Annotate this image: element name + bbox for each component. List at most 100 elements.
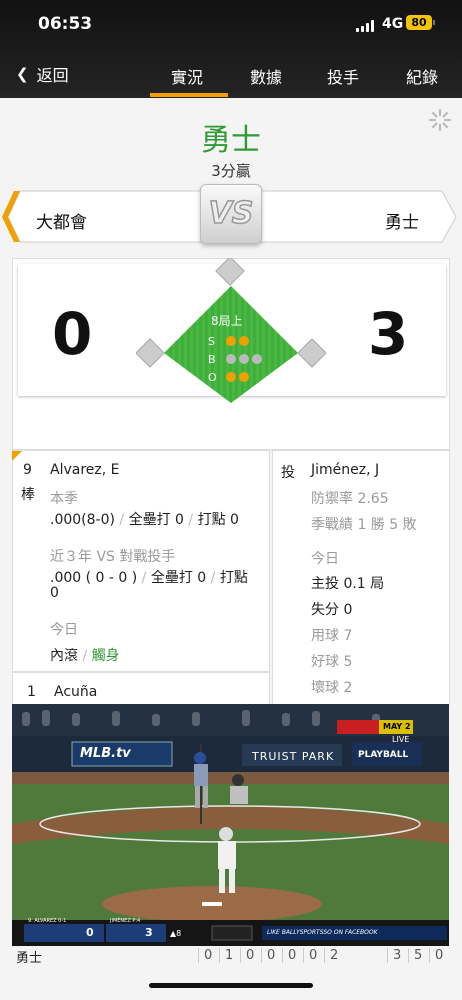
pitcher-era: 防禦率 2.65: [311, 488, 389, 508]
winner-team: 勇士: [201, 123, 261, 158]
vs-rbi-label: 打點: [219, 570, 248, 586]
batter-order: 9: [23, 462, 32, 478]
season-hr: 0: [175, 512, 184, 528]
linescore-cell: 0: [261, 948, 275, 963]
vs-pitcher-label: 近３年 VS 對戰投手: [50, 549, 176, 565]
pitcher-pitches: 用球 7: [311, 625, 352, 645]
scorebug-home-label: JIMÉNEZ P:4: [110, 918, 141, 924]
ball-label: B: [208, 353, 216, 366]
next-batter-row[interactable]: [12, 672, 270, 705]
active-tab-indicator: [150, 93, 228, 97]
strike-dot: [239, 336, 249, 346]
linescore-cell: 0: [282, 948, 296, 963]
signal-icon: [356, 20, 376, 32]
top-bar: 06:53 4G 80 ❮ 返回 實況 數據 投手 紀錄: [0, 0, 462, 98]
batter-order-suffix: 棒: [21, 487, 35, 503]
scorebug-promo: LIKE BALLYSPORTSSO ON FACEBOOK: [267, 929, 378, 936]
era-value: 2.65: [357, 491, 389, 507]
balls-value: 2: [343, 680, 353, 696]
vs-pitcher-stats: .000 ( 0 - 0 ) / 全壘打 0 / 打點: [50, 570, 248, 586]
strike-label: S: [208, 335, 215, 348]
stadium-sign: TRUIST PARK: [252, 750, 335, 763]
scorebug-home-score: 3: [145, 926, 153, 939]
balls-label: 壞球: [311, 680, 339, 696]
live-badge: LIVE: [392, 735, 410, 744]
status-time: 06:53: [38, 14, 93, 34]
loading-spinner-icon: [428, 108, 452, 132]
linescore-cell: 0: [198, 948, 212, 963]
out-dot: [239, 372, 249, 382]
mlbtv-logo: MLB.tv: [80, 746, 131, 761]
next-batter-name: Acuña: [54, 684, 98, 700]
home-team-name: 勇士: [385, 213, 419, 233]
battery-cap: [433, 20, 435, 25]
first-base: [297, 338, 326, 368]
today-label: 今日: [50, 622, 78, 638]
network-type: 4G: [382, 16, 404, 32]
video-player[interactable]: MLB.tv TRUIST PARK PLAYBALL MAY 2 LIVE 9…: [12, 704, 449, 946]
linescore-cell: 3: [387, 948, 401, 963]
status-bar: 06:53 4G 80: [0, 14, 462, 38]
strikes-label: 好球: [311, 654, 339, 670]
record-label: 季戰績: [311, 517, 353, 533]
linescore-team: 勇士: [16, 951, 43, 966]
linescore-row: 勇士 0100002350: [0, 945, 462, 967]
away-team-name: 大都會: [36, 213, 87, 233]
next-batter-order: 1: [27, 684, 36, 700]
vs-badge: VS: [200, 184, 262, 244]
season-rbi: 0: [230, 512, 239, 528]
season-rbi-label: 打點: [197, 512, 226, 528]
home-indicator: [149, 983, 313, 988]
ip-value: 0.1 局: [343, 576, 385, 592]
today-result-2: 觸身: [91, 648, 120, 664]
linescore-cell: 5: [408, 948, 422, 963]
video-frame: [12, 704, 449, 946]
er-value: 0: [343, 602, 353, 618]
away-score: 0: [52, 300, 93, 368]
vs-avg: .000 ( 0 - 0 ): [50, 570, 138, 586]
third-base: [136, 338, 165, 368]
strikes-value: 5: [343, 654, 353, 670]
playball-sign: PLAYBALL: [358, 750, 409, 760]
season-stats: .000(8-0) / 全壘打 0 / 打點 0: [50, 512, 239, 528]
linescore-cell: 2: [324, 948, 338, 963]
back-label: 返回: [36, 66, 69, 85]
back-button[interactable]: ❮ 返回: [16, 62, 69, 86]
chevron-left-icon: ❮: [16, 65, 29, 83]
tab-stats[interactable]: 數據: [250, 64, 282, 88]
linescore-cell: 0: [303, 948, 317, 963]
date-badge: MAY 2: [383, 722, 411, 731]
out-dot: [226, 372, 236, 382]
out-label: O: [208, 371, 217, 384]
second-base: [215, 258, 245, 286]
vs-hr-label: 全壘打: [150, 570, 193, 586]
ball-dot: [239, 354, 249, 364]
pitcher-ip: 主投 0.1 局: [311, 573, 384, 593]
season-label: 本季: [50, 491, 78, 507]
record-value: 1 勝 5 敗: [357, 517, 417, 533]
pitcher-record: 季戰績 1 勝 5 敗: [311, 514, 417, 534]
vs-hr: 0: [197, 570, 207, 586]
vs-rbi: 0: [50, 585, 59, 601]
tab-pitchers[interactable]: 投手: [327, 64, 359, 88]
pitches-value: 7: [343, 628, 353, 644]
baseball-diamond: [136, 258, 326, 403]
tab-records[interactable]: 紀錄: [406, 64, 438, 88]
pitcher-today-label: 今日: [311, 551, 339, 567]
today-result-1: 內滾: [50, 648, 78, 664]
scorebug-away-score: 0: [86, 926, 94, 939]
batter-name: Alvarez, E: [50, 462, 120, 478]
pitcher-role: 投: [281, 465, 295, 481]
linescore-cell: 0: [429, 948, 443, 963]
tab-live[interactable]: 實況: [171, 64, 203, 88]
ip-label: 主投: [311, 576, 339, 592]
strike-dot: [226, 336, 236, 346]
ball-dot: [226, 354, 236, 364]
era-label: 防禦率: [311, 491, 353, 507]
home-score: 3: [368, 300, 409, 368]
inning-indicator: 8局上: [211, 314, 243, 328]
scorebug-away-label: 9. ALVAREZ 0-1: [28, 918, 67, 924]
pitcher-er: 失分 0: [311, 599, 352, 619]
vs-text: VS: [208, 195, 254, 232]
linescore-cell: 1: [219, 948, 233, 963]
